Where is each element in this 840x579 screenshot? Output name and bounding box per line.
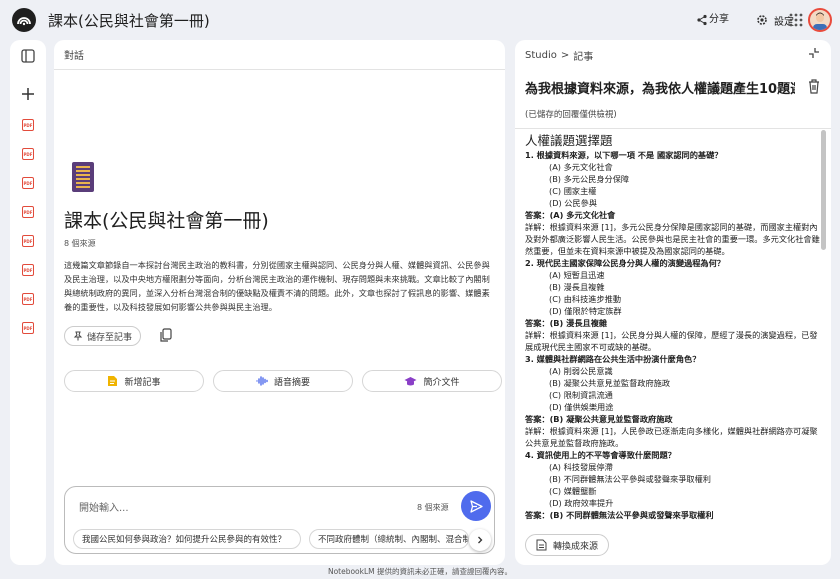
audio-overview-label: 語音摘要 xyxy=(273,377,310,388)
chat-panel-title: 對話 xyxy=(64,51,84,62)
breadcrumb-separator: > xyxy=(560,50,570,61)
answer-option: (A) 短暫且迅速 xyxy=(549,270,605,280)
correct-answer: 答案：(B) 不同群體無法公平參與或發聲來爭取權利 xyxy=(525,510,714,520)
pdf-icon[interactable]: PDF xyxy=(22,264,34,276)
notebook-heading: 課本(公民與社會第一冊) xyxy=(64,210,269,232)
collapse-icon[interactable] xyxy=(807,46,821,60)
pdf-icon[interactable]: PDF xyxy=(22,322,34,334)
answer-option: (B) 凝聚公共意見並監督政府施政 xyxy=(549,378,671,388)
studio-panel: Studio > 記事 為我根據資料來源，為我依人權議題產生10題選擇題 (已儲… xyxy=(515,40,831,565)
readonly-notice: (已儲存的回覆僅供檢視) xyxy=(525,110,617,120)
note-content: 人權議題選擇題 1. 根據資料來源，以下哪一項 不是 國家認同的基礎？ (A) 多… xyxy=(515,128,831,530)
chat-panel-header: 對話 xyxy=(54,40,505,70)
answer-option: (D) 僅供娛樂用途 xyxy=(549,402,614,412)
notebook-summary: 這幾篇文章節錄自一本探討台灣民主政治的教科書，分別從國家主權與認同、公民身分與人… xyxy=(64,260,490,312)
copy-icon[interactable] xyxy=(159,328,173,342)
audio-wave-icon xyxy=(256,376,268,386)
question-text: 2. 現代民主國家保障公民身分與人權的演變過程為何？ xyxy=(525,258,725,268)
notebooklm-logo-icon[interactable] xyxy=(12,8,36,32)
pdf-icon[interactable]: PDF xyxy=(22,235,34,247)
answer-explanation: 詳解：根據資料來源 [1]，人民參政已逐漸走向多樣化，媒體與社群網路亦可凝聚公共… xyxy=(525,426,818,448)
scrollbar-thumb[interactable] xyxy=(821,130,826,250)
chevron-right-icon[interactable] xyxy=(469,529,491,551)
question-text: 3. 媒體與社群網路在公共生活中扮演什麼角色？ xyxy=(525,354,701,364)
disclaimer-footer: NotebookLM 提供的資訊未必正確，請查證回覆內容。 xyxy=(327,567,513,576)
note-title: 為我根據資料來源，為我依人權議題產生10題選擇題 xyxy=(525,82,795,97)
answer-option: (A) 多元文化社會 xyxy=(549,162,613,172)
breadcrumb: Studio > 記事 xyxy=(525,48,593,63)
answer-option: (D) 僅限於特定族群 xyxy=(549,306,622,316)
correct-answer: 答案：(B) 漫長且複雜 xyxy=(525,318,608,328)
pdf-icon[interactable]: PDF xyxy=(22,206,34,218)
graduation-cap-icon xyxy=(404,376,417,385)
apps-grid-icon[interactable] xyxy=(784,8,808,32)
notebook-emoji-icon xyxy=(72,162,94,192)
breadcrumb-note: 記事 xyxy=(573,52,594,63)
answer-option: (B) 漫長且複雜 xyxy=(549,282,605,292)
answer-option: (D) 政府效率提升 xyxy=(549,498,614,508)
quick-actions: 新增記事 語音摘要 簡介文件 xyxy=(64,370,502,392)
gear-icon xyxy=(757,15,767,25)
add-note-button[interactable]: 新增記事 xyxy=(64,370,204,392)
source-count: 8 個來源 xyxy=(64,239,96,248)
panel-toggle-icon[interactable] xyxy=(18,46,38,66)
answer-option: (A) 削弱公民意識 xyxy=(549,366,613,376)
document-icon xyxy=(536,539,547,551)
note-heading: 人權議題選擇題 xyxy=(525,133,613,148)
add-note-label: 新增記事 xyxy=(124,377,161,388)
question-text: 4. 資訊使用上的不平等會導致什麼問題？ xyxy=(525,450,676,460)
question-text: 1. 根據資料來源，以下哪一項 不是 國家認同的基礎？ xyxy=(525,150,723,160)
trash-icon[interactable] xyxy=(807,78,821,94)
notebook-title[interactable]: 課本(公民與社會第一冊) xyxy=(48,10,210,31)
add-source-icon[interactable] xyxy=(18,84,38,104)
top-bar: 課本(公民與社會第一冊) 分享 設定 xyxy=(0,0,840,40)
pdf-icon[interactable]: PDF xyxy=(22,293,34,305)
chat-panel: 對話 課本(公民與社會第一冊) 8 個來源 這幾篇文章節錄自一本探討台灣民主政治… xyxy=(54,40,505,565)
note-scrollbar[interactable] xyxy=(821,130,827,527)
answer-option: (B) 多元公民身分保障 xyxy=(549,174,630,184)
send-icon xyxy=(469,499,483,513)
input-source-count: 8 個來源 xyxy=(417,503,449,512)
correct-answer: 答案：(A) 多元文化社會 xyxy=(525,210,616,220)
sources-rail: PDF PDF PDF PDF PDF PDF PDF PDF xyxy=(10,40,46,565)
answer-option: (C) 由科技進步推動 xyxy=(549,294,622,304)
answer-explanation: 詳解：根據資料來源 [1]，多元公民身分保障是國家認同的基礎，而國家主權對內及對… xyxy=(525,222,820,256)
pdf-icon[interactable]: PDF xyxy=(22,177,34,189)
answer-option: (C) 媒體壟斷 xyxy=(549,486,597,496)
pdf-icon[interactable]: PDF xyxy=(22,148,34,160)
chat-input-box: 開始輸入... 8 個來源 我國公民如何參與政治？如何提升公民參與的有效性？ 不… xyxy=(64,486,495,554)
share-icon xyxy=(697,14,707,26)
answer-option: (D) 公民參與 xyxy=(549,198,598,208)
suggestion-chip[interactable]: 我國公民如何參與政治？如何提升公民參與的有效性？ xyxy=(73,529,301,549)
answer-option: (C) 限制資訊流通 xyxy=(549,390,613,400)
save-to-note-button[interactable]: 儲存至記事 xyxy=(64,326,142,346)
answer-explanation: 詳解：根據資料來源 [1]，公民身分與人權的保障，歷經了漫長的演變過程，已發展成… xyxy=(525,330,818,352)
convert-to-source-button[interactable]: 轉換成來源 xyxy=(525,534,610,556)
note-add-icon xyxy=(108,376,118,386)
save-to-note-label: 儲存至記事 xyxy=(87,332,133,343)
chat-input[interactable]: 開始輸入... xyxy=(79,499,129,514)
avatar[interactable] xyxy=(808,8,832,32)
pdf-icon[interactable]: PDF xyxy=(22,119,34,131)
audio-overview-button[interactable]: 語音摘要 xyxy=(213,370,353,392)
send-button[interactable] xyxy=(461,491,491,521)
briefing-doc-label: 簡介文件 xyxy=(423,377,460,388)
convert-to-source-label: 轉換成來源 xyxy=(553,541,599,552)
share-label: 分享 xyxy=(709,14,729,25)
suggestion-chip[interactable]: 不同政府體制（總統制、內閣制、混合制） xyxy=(309,529,469,549)
answer-option: (C) 國家主權 xyxy=(549,186,597,196)
correct-answer: 答案：(B) 凝聚公共意見並監督政府施政 xyxy=(525,414,673,424)
share-button[interactable]: 分享 xyxy=(690,6,740,34)
pin-icon xyxy=(73,331,83,341)
answer-option: (A) 科技發展停滯 xyxy=(549,462,613,472)
answer-option: (B) 不同群體無法公平參與或發聲來爭取權利 xyxy=(549,474,711,484)
breadcrumb-studio[interactable]: Studio xyxy=(525,50,557,61)
briefing-doc-button[interactable]: 簡介文件 xyxy=(362,370,502,392)
